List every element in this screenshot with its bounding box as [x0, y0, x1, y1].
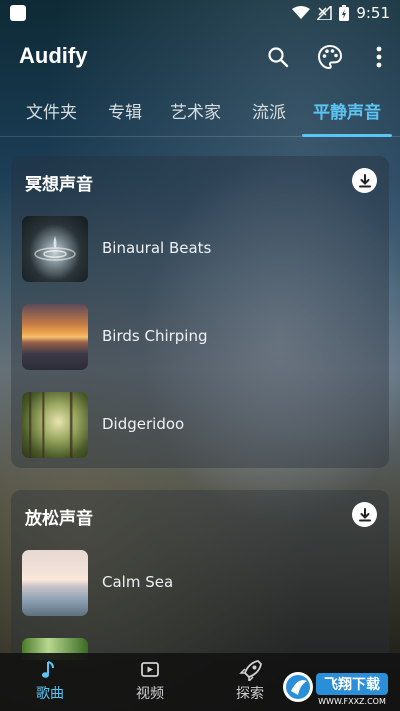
watermark-subtext: WWW.FXXZ.COM	[318, 697, 386, 706]
watermark-text: 飞翔下载	[324, 676, 380, 693]
search-button[interactable]	[263, 42, 293, 72]
notification-icon	[10, 5, 26, 21]
status-time: 9:51	[356, 4, 390, 22]
theme-button[interactable]	[315, 42, 345, 72]
list-item-birds-chirping[interactable]: Birds Chirping	[22, 304, 377, 372]
list-item-calm-sea[interactable]: Calm Sea	[22, 550, 377, 618]
download-button[interactable]	[352, 502, 377, 527]
app-title: Audify	[19, 43, 88, 68]
section-meditation-sounds: 冥想声音 Binaural Beats Birds Chirping Didge…	[11, 156, 389, 468]
nav-explore[interactable]: 探索	[215, 659, 285, 703]
tab-albums[interactable]: 专辑	[108, 98, 142, 123]
battery-charging-icon	[339, 5, 350, 21]
music-note-icon	[42, 661, 54, 678]
signal-icon	[317, 6, 333, 20]
tab-genres[interactable]: 流派	[252, 98, 286, 123]
item-title: Didgeridoo	[102, 415, 185, 433]
more-vertical-icon	[376, 46, 382, 68]
palette-icon	[317, 44, 343, 70]
watermark-logo: 飞翔下载 WWW.FXXZ.COM	[280, 667, 392, 707]
active-tab-indicator	[302, 134, 392, 137]
app-bar: Audify	[0, 30, 400, 86]
nav-label: 视频	[136, 686, 164, 702]
item-title: Calm Sea	[102, 573, 174, 591]
download-icon	[358, 173, 371, 187]
more-options-button[interactable]	[364, 42, 394, 72]
tab-folders[interactable]: 文件夹	[26, 98, 77, 123]
list-item-binaural-beats[interactable]: Binaural Beats	[22, 216, 377, 284]
video-icon	[141, 662, 159, 677]
tab-calm-sounds[interactable]: 平静声音	[313, 98, 381, 123]
tab-artists[interactable]: 艺术家	[170, 98, 221, 123]
search-icon	[268, 47, 289, 68]
item-title: Binaural Beats	[102, 239, 212, 257]
thumbnail-calm-sea	[22, 550, 88, 616]
nav-videos[interactable]: 视频	[115, 659, 185, 703]
rocket-icon	[239, 660, 262, 681]
nav-songs[interactable]: 歌曲	[15, 659, 85, 703]
section-relaxing-sounds: 放松声音 Calm Sea	[11, 490, 389, 660]
item-title: Birds Chirping	[102, 327, 208, 345]
wifi-icon	[292, 6, 311, 19]
status-bar: 9:51	[0, 0, 400, 28]
download-button[interactable]	[352, 168, 377, 193]
list-item-didgeridoo[interactable]: Didgeridoo	[22, 392, 377, 460]
section-title: 放松声音	[25, 509, 93, 529]
thumbnail-forest	[22, 392, 88, 458]
nav-label: 歌曲	[36, 686, 64, 702]
nav-label: 探索	[236, 686, 264, 702]
download-icon	[358, 507, 371, 521]
section-title: 冥想声音	[25, 175, 93, 195]
thumbnail-sunset	[22, 304, 88, 370]
tab-bar: 文件夹 专辑 艺术家 流派 平静声音	[0, 92, 400, 137]
thumbnail-water-drop	[22, 216, 88, 282]
